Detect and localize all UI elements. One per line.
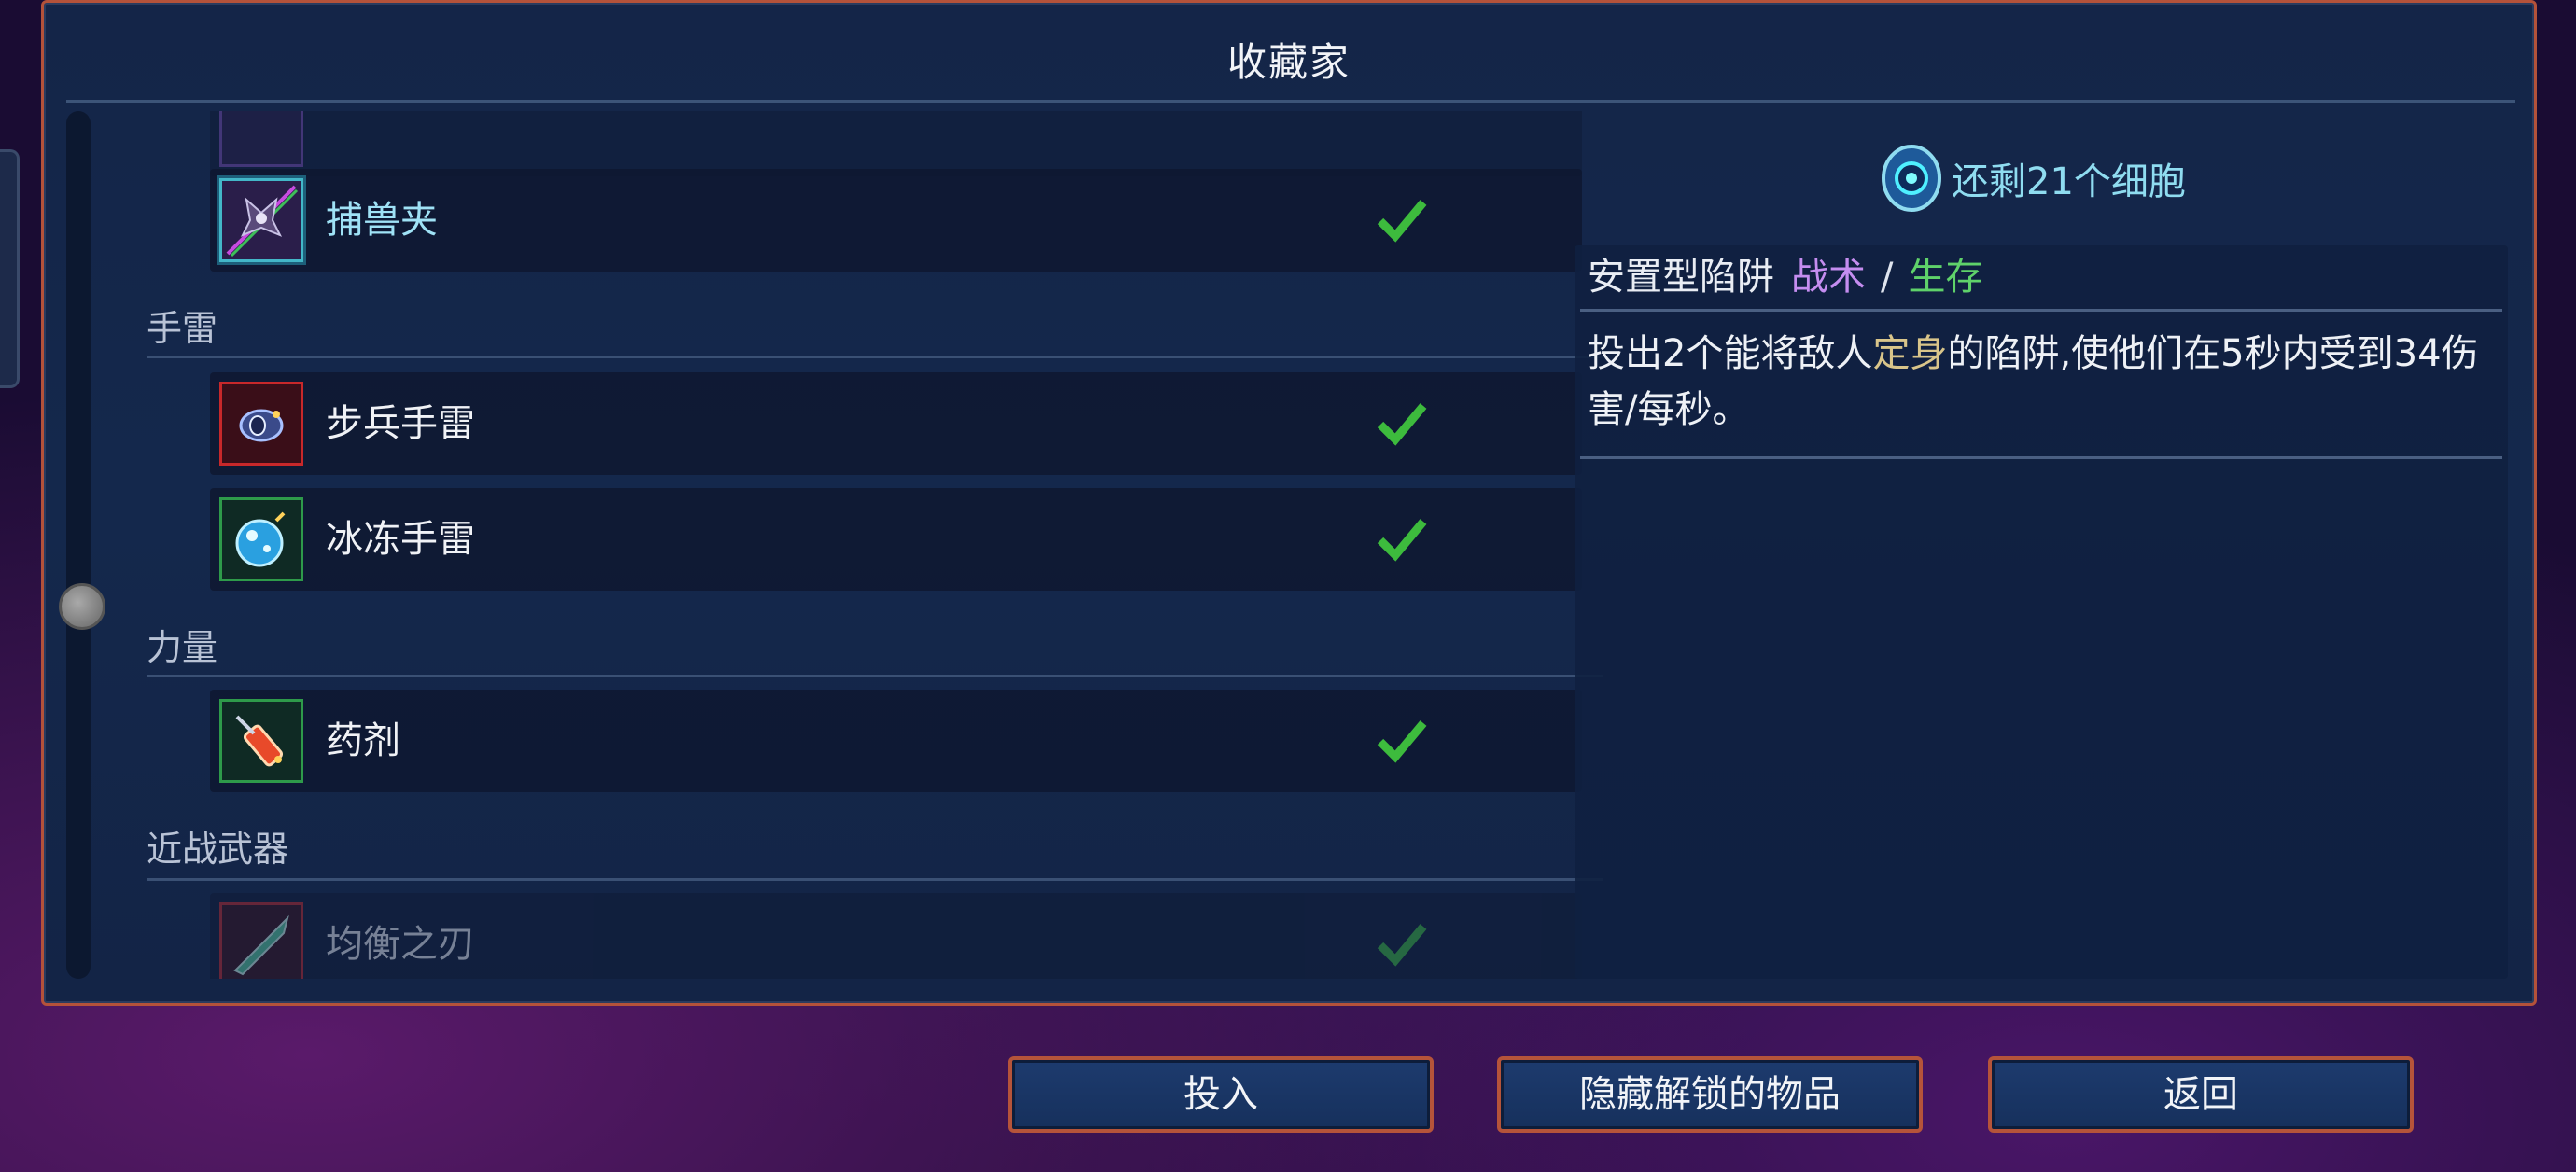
- list-item-infantry-grenade[interactable]: 步兵手雷: [210, 372, 1582, 475]
- cells-remaining: 还剩21个细胞: [1881, 141, 2186, 216]
- potion-icon: [219, 699, 303, 783]
- unlocked-check-icon: [1377, 720, 1427, 763]
- item-label: 冰冻手雷: [326, 518, 475, 561]
- title-divider: [66, 100, 2515, 103]
- category-divider: [147, 878, 1603, 881]
- category-divider: [147, 356, 1603, 358]
- cells-remaining-text: 还剩21个细胞: [1952, 160, 2186, 203]
- infantry-grenade-icon: [219, 382, 303, 466]
- unlocked-check-icon: [1377, 924, 1427, 967]
- list-item-ice-grenade[interactable]: 冰冻手雷: [210, 488, 1582, 591]
- detail-divider: [1580, 309, 2502, 312]
- detail-divider: [1580, 456, 2502, 459]
- category-melee: 近战武器: [147, 829, 289, 870]
- description-highlight: 定身: [1872, 332, 1948, 375]
- item-label: 均衡之刃: [326, 923, 475, 966]
- tag-tactics: 战术: [1791, 256, 1866, 299]
- item-label: 步兵手雷: [326, 402, 475, 445]
- list-scrollbar-track[interactable]: [66, 111, 91, 979]
- invest-button[interactable]: 投入: [1008, 1056, 1434, 1133]
- unlocked-check-icon: [1377, 200, 1427, 243]
- tag-separator: /: [1881, 256, 1894, 299]
- unlocked-check-icon: [1377, 519, 1427, 562]
- item-icon: [219, 111, 303, 167]
- panel-title: 收藏家: [1226, 39, 1351, 85]
- item-type-line: 安置型陷阱 战术 / 生存: [1588, 249, 1982, 305]
- item-label: 药剂: [326, 719, 400, 762]
- bear-trap-icon: [219, 178, 303, 262]
- category-grenades: 手雷: [147, 308, 218, 349]
- collector-panel: 收藏家 捕兽夹 手雷 步兵手雷 冰冻手雷 力量 药剂 近战武器 均衡之刃 还剩2…: [41, 0, 2537, 1006]
- hide-unlocked-button[interactable]: 隐藏解锁的物品: [1497, 1056, 1923, 1133]
- category-power: 力量: [147, 627, 218, 668]
- unlocked-check-icon: [1377, 403, 1427, 446]
- list-item[interactable]: [210, 111, 1582, 176]
- list-item-bear-trap[interactable]: 捕兽夹: [210, 169, 1582, 272]
- ice-grenade-icon: [219, 497, 303, 581]
- list-scrollbar-thumb[interactable]: [59, 583, 105, 630]
- item-detail-panel: 安置型陷阱 战术 / 生存 投出2个能将敌人定身的陷阱,使他们在5秒内受到34伤害/每…: [1575, 245, 2508, 979]
- category-divider: [147, 675, 1603, 677]
- adjacent-panel-edge: [0, 149, 20, 388]
- item-label: 捕兽夹: [326, 199, 438, 242]
- item-description: 投出2个能将敌人定身的陷阱,使他们在5秒内受到34伤害/每秒。: [1588, 332, 2479, 431]
- cell-icon: [1882, 145, 1941, 212]
- balanced-blade-icon: [219, 902, 303, 979]
- list-item-potion[interactable]: 药剂: [210, 690, 1582, 792]
- back-button[interactable]: 返回: [1988, 1056, 2414, 1133]
- list-item-balanced-blade[interactable]: 均衡之刃: [210, 893, 1582, 979]
- blueprint-list: 捕兽夹 手雷 步兵手雷 冰冻手雷 力量 药剂 近战武器 均衡之刃: [147, 111, 1603, 979]
- item-type: 安置型陷阱: [1588, 256, 1774, 299]
- tag-survival: 生存: [1908, 256, 1983, 299]
